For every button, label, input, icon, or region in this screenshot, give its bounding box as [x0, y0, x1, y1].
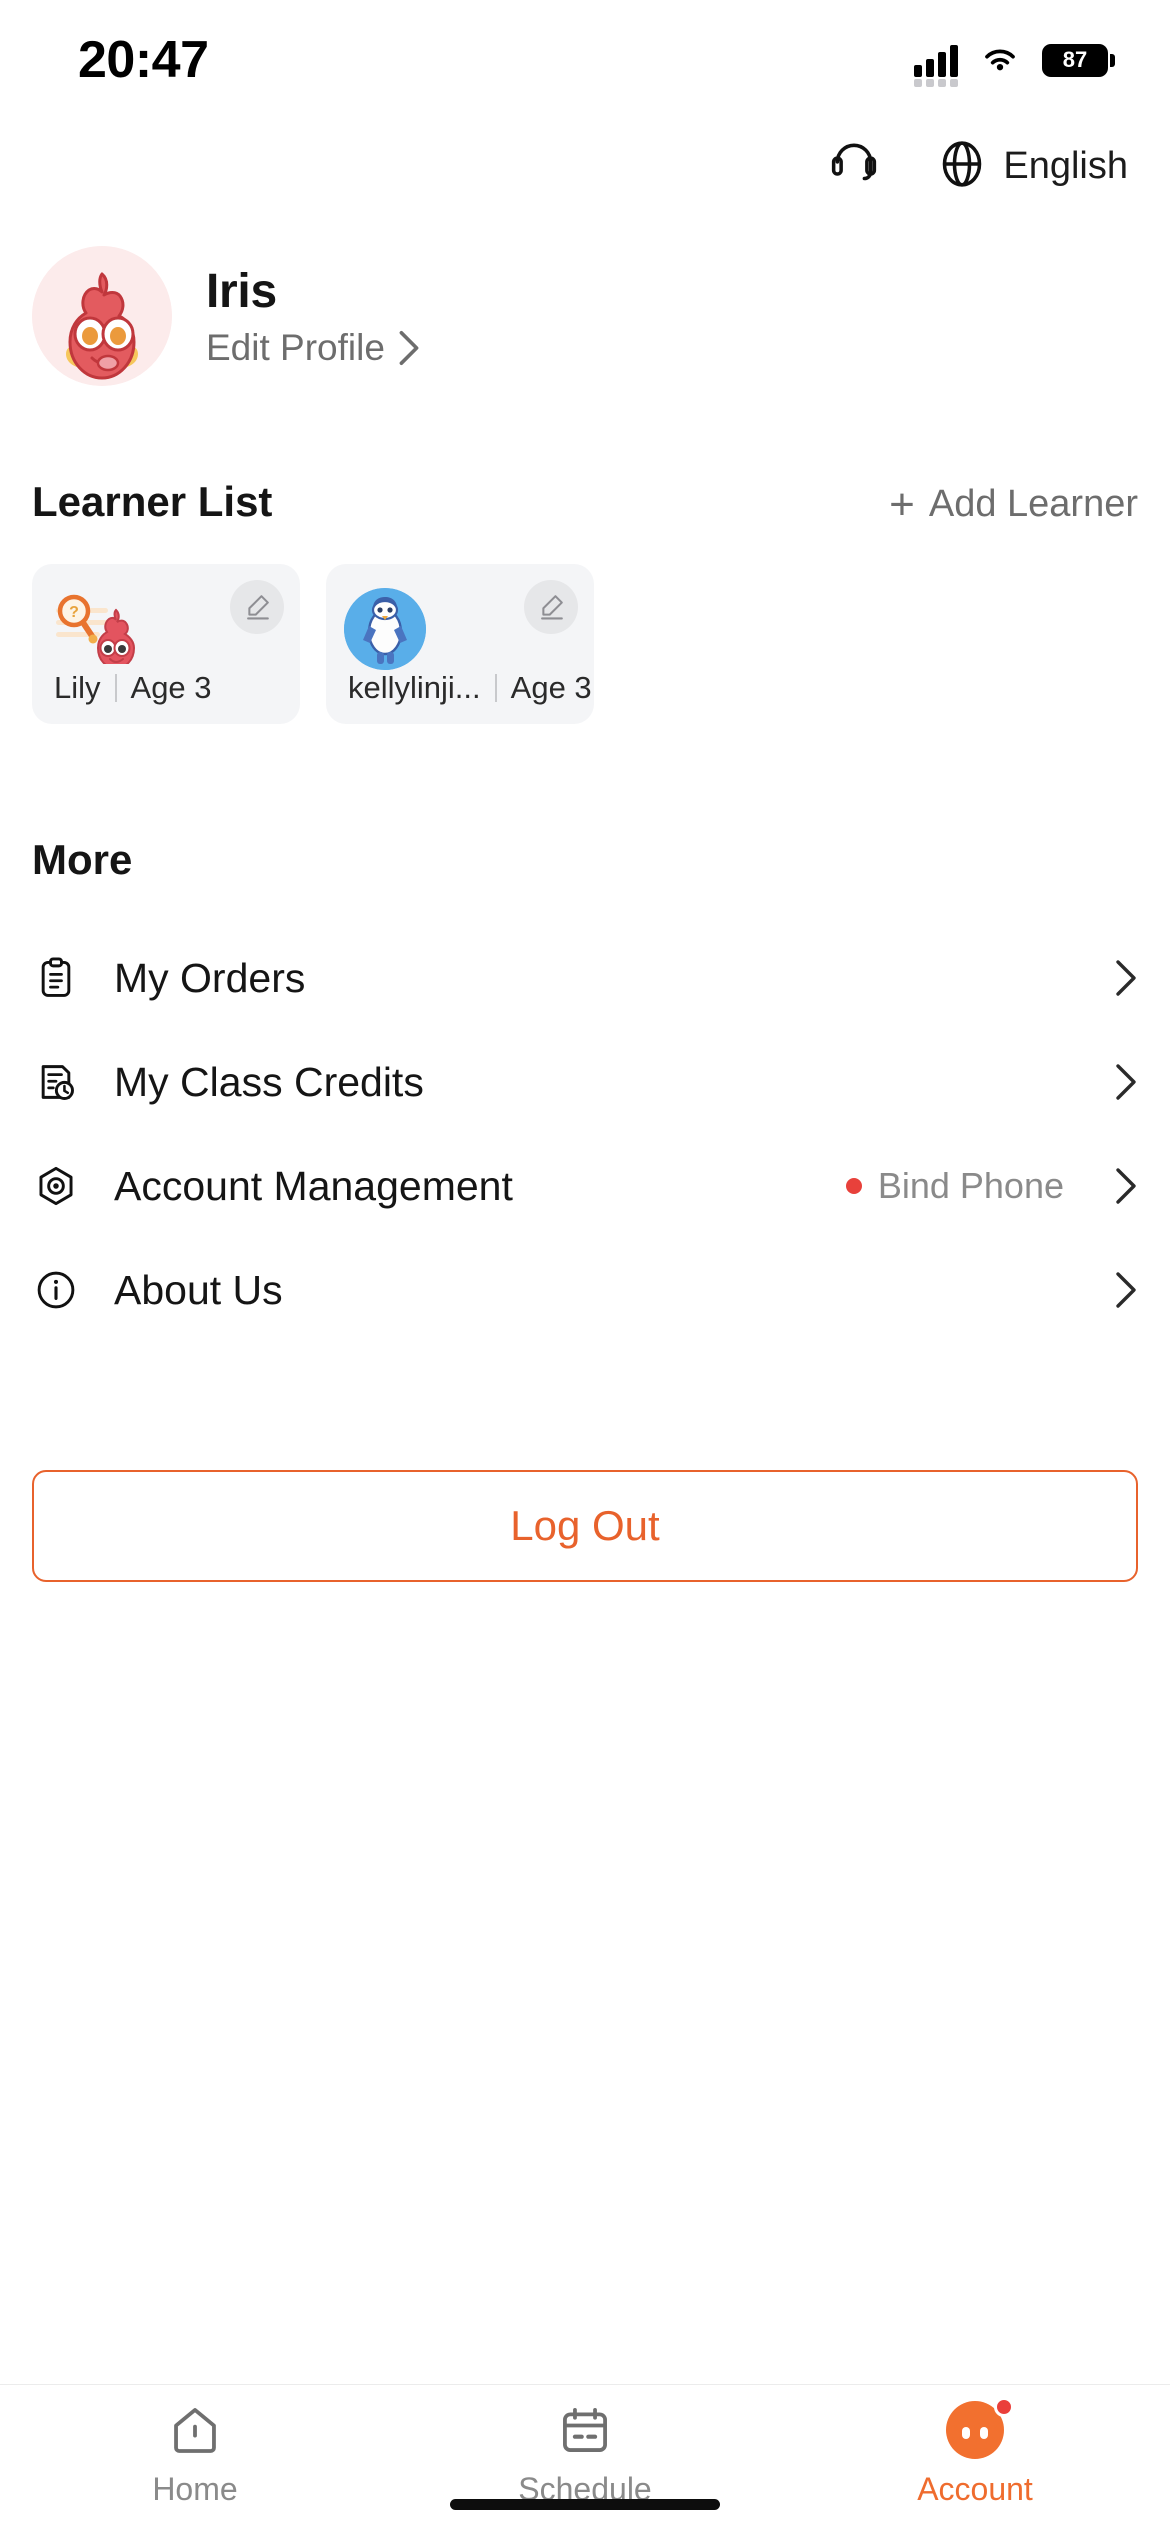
tab-label: Account — [917, 2471, 1033, 2507]
clipboard-icon — [32, 954, 80, 1002]
info-circle-icon — [32, 1266, 80, 1314]
menu-item-label: My Orders — [114, 954, 306, 1001]
menu-item-label: My Class Credits — [114, 1058, 424, 1105]
notification-badge — [994, 2397, 1014, 2417]
tab-schedule[interactable]: Schedule — [390, 2399, 780, 2508]
chevron-right-icon — [1116, 960, 1136, 996]
plus-icon: + — [889, 479, 915, 529]
chevron-right-icon — [399, 330, 419, 365]
logout-container: Log Out — [0, 1470, 1170, 1582]
edit-profile-link[interactable]: Edit Profile — [206, 327, 421, 369]
chevron-right-icon — [1116, 1168, 1136, 1204]
headset-icon[interactable] — [827, 137, 881, 196]
learner-age: Age 3 — [510, 670, 592, 705]
page-title: Iris — [206, 264, 277, 318]
svg-text:?: ? — [69, 604, 79, 621]
separator — [494, 674, 497, 702]
profile-header[interactable]: Iris Edit Profile — [0, 212, 1170, 386]
calendar-icon — [556, 2399, 614, 2461]
status-badge: Bind Phone — [845, 1165, 1064, 1207]
avatar[interactable] — [32, 246, 172, 386]
learner-card[interactable]: kellylinji... Age 3 — [326, 564, 594, 724]
more-section-title: More — [32, 836, 133, 883]
language-selector[interactable]: English — [937, 139, 1128, 194]
chevron-right-icon — [1116, 1064, 1136, 1100]
flame-character-avatar — [32, 246, 172, 386]
cellular-signal-icon — [914, 43, 958, 87]
wifi-icon — [985, 49, 1015, 71]
bind-phone-status: Bind Phone — [877, 1165, 1064, 1206]
tab-home[interactable]: Home — [0, 2399, 390, 2508]
menu-item-my-class-credits[interactable]: My Class Credits — [32, 1030, 1138, 1134]
logout-button[interactable]: Log Out — [32, 1470, 1138, 1582]
pencil-icon — [541, 595, 563, 620]
learner-card[interactable]: ? Lily Age 3 — [32, 564, 300, 724]
target-hexagon-icon — [32, 1162, 80, 1210]
learner-name: kellylinji... — [348, 670, 481, 705]
learner-card-footer: Lily Age 3 — [54, 670, 212, 706]
menu-item-label: About Us — [114, 1266, 283, 1313]
add-learner-button[interactable]: + Add Learner — [889, 479, 1138, 529]
document-clock-icon — [32, 1058, 80, 1106]
learner-list-title: Learner List — [32, 478, 273, 525]
chevron-right-icon — [1116, 1272, 1136, 1308]
pencil-icon — [247, 595, 269, 620]
tab-label: Home — [152, 2471, 238, 2507]
profile-text: Iris Edit Profile — [206, 264, 421, 369]
language-label: English — [1003, 144, 1128, 187]
status-time: 20:47 — [78, 31, 209, 89]
top-action-bar: English — [0, 120, 1170, 212]
learner-name: Lily — [54, 670, 101, 705]
add-learner-label: Add Learner — [928, 483, 1138, 525]
blue-penguin-avatar — [344, 588, 426, 670]
alert-dot-icon — [845, 1178, 862, 1194]
separator — [114, 674, 117, 702]
globe-icon — [937, 139, 987, 194]
magnifier-flame-icon: ? — [50, 592, 146, 670]
home-indicator — [450, 2499, 720, 2510]
battery-level: 87 — [1062, 47, 1088, 72]
menu-item-about-us[interactable]: About Us — [32, 1238, 1138, 1342]
learner-age: Age 3 — [130, 670, 212, 705]
edit-profile-label: Edit Profile — [206, 326, 385, 368]
menu-item-account-management[interactable]: Account Management Bind Phone — [32, 1134, 1138, 1238]
menu-item-label: Account Management — [114, 1162, 513, 1209]
menu-item-my-orders[interactable]: My Orders — [32, 926, 1138, 1030]
edit-learner-button[interactable] — [230, 580, 284, 634]
home-icon — [166, 2399, 224, 2461]
learner-list-header: Learner List + Add Learner — [0, 478, 1170, 529]
more-menu: My Orders My Class Credits Account Manag… — [0, 926, 1170, 1342]
battery-icon: 87 — [1042, 43, 1115, 77]
status-bar: 20:47 87 — [0, 0, 1170, 120]
learner-card-footer: kellylinji... Age 3 — [348, 670, 592, 706]
status-indicators: 87 — [914, 43, 1115, 87]
learner-list: ? Lily Age 3 kellylinji... Age 3 — [0, 564, 1170, 724]
edit-learner-button[interactable] — [524, 580, 578, 634]
account-avatar-icon — [946, 2397, 1014, 2461]
tab-account[interactable]: Account — [780, 2397, 1170, 2508]
